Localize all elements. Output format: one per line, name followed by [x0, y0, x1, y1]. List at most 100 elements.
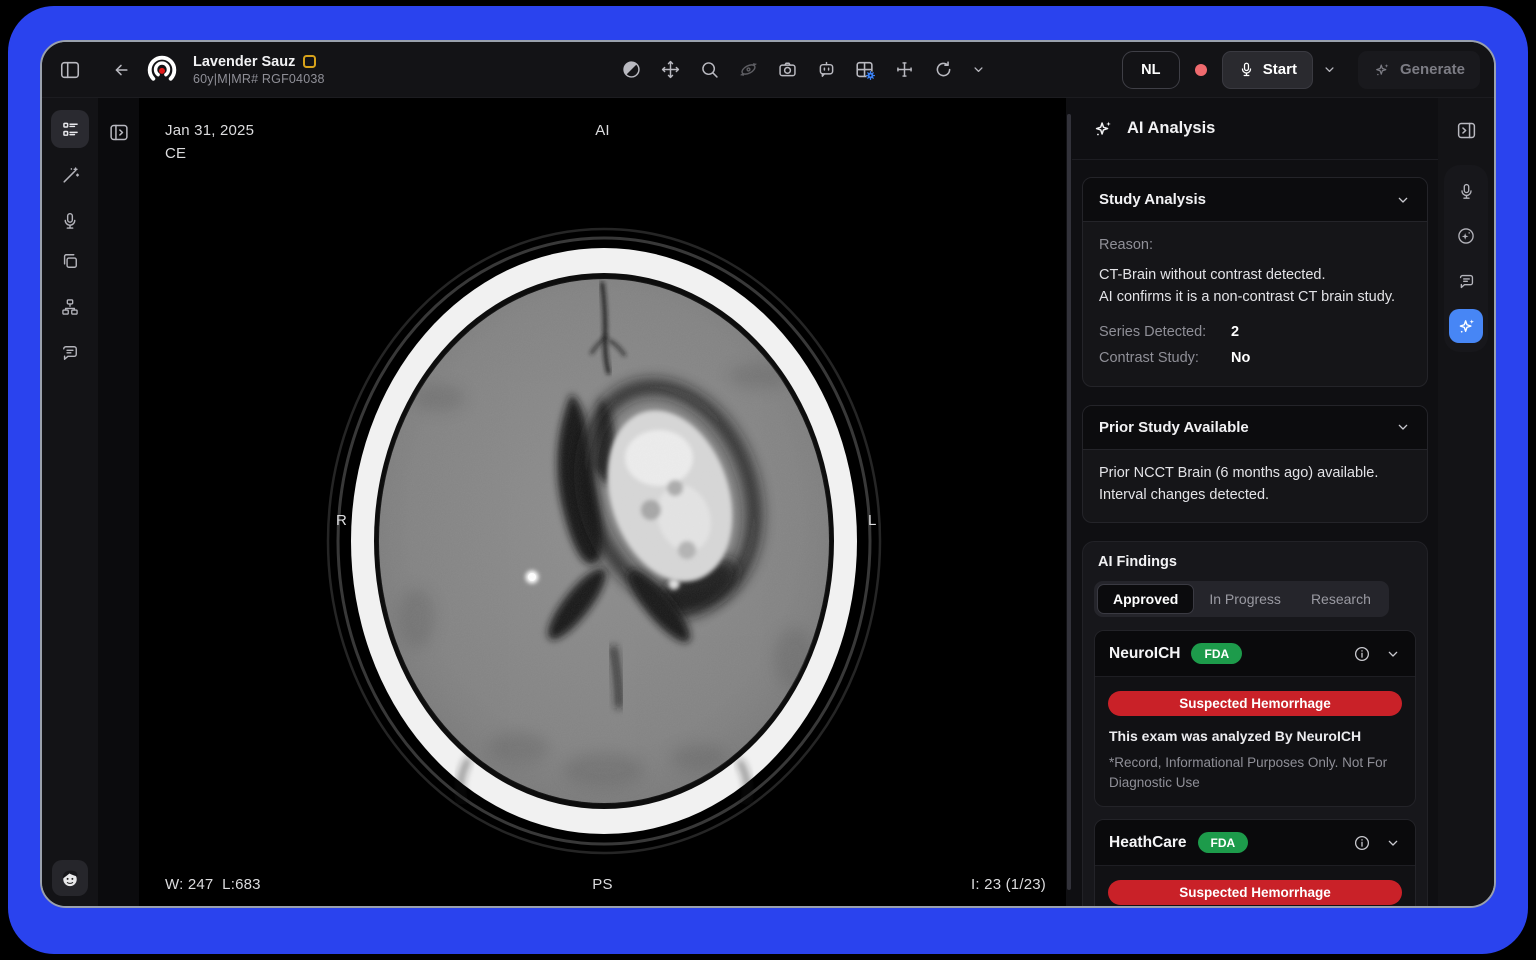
analyzed-by-text: This exam was analyzed By NeuroICH — [1109, 728, 1401, 744]
info-icon[interactable] — [1353, 834, 1371, 852]
rotate-3d-tool-button[interactable] — [737, 59, 759, 81]
reset-options-button[interactable] — [971, 62, 986, 77]
fda-badge: FDA — [1198, 832, 1249, 853]
mic-icon — [60, 211, 80, 231]
recording-indicator-dot — [1195, 64, 1207, 76]
study-analysis-header[interactable]: Study Analysis — [1083, 178, 1427, 222]
nl-button[interactable]: NL — [1122, 51, 1180, 89]
chevron-down-icon[interactable] — [1385, 835, 1401, 851]
reason-label: Reason: — [1099, 235, 1411, 257]
overlay-orientation-right: R — [336, 512, 347, 529]
sidebar-item-study-list[interactable] — [51, 110, 89, 148]
mic-icon — [1238, 61, 1255, 78]
fda-badge: FDA — [1191, 643, 1242, 664]
sparkles-icon — [1456, 316, 1477, 337]
chat-panel-button[interactable] — [1449, 264, 1483, 298]
contrast-study-value: No — [1231, 348, 1250, 370]
zoom-tool-button[interactable] — [698, 59, 720, 81]
panel-expand-icon — [108, 122, 129, 143]
contrast-study-label: Contrast Study: — [1099, 348, 1231, 370]
patient-flag-icon[interactable] — [303, 55, 316, 68]
patient-info: Lavender Sauz 60y|M|MR# RGF04038 — [193, 54, 325, 86]
patient-name: Lavender Sauz — [193, 54, 295, 70]
tab-in-progress[interactable]: In Progress — [1194, 584, 1296, 614]
chevron-down-icon[interactable] — [1395, 192, 1411, 208]
start-button[interactable]: Start — [1222, 51, 1313, 89]
sidebar-item-dictation[interactable] — [51, 202, 89, 240]
overlay-series-label: CE — [165, 145, 186, 162]
sparkles-icon — [1092, 118, 1114, 140]
snapshot-tool-button[interactable] — [776, 59, 798, 81]
left-sidebar — [42, 98, 98, 906]
collapse-right-panel-button[interactable] — [1456, 120, 1477, 141]
info-icon[interactable] — [1353, 645, 1371, 663]
reason-line: AI confirms it is a non-contrast CT brai… — [1099, 287, 1411, 309]
pan-move-icon — [660, 59, 681, 80]
ai-history-button[interactable] — [1449, 219, 1483, 253]
disclaimer-text: *Record, Informational Purposes Only. No… — [1109, 753, 1401, 792]
overlay-slice-counter: I: 23 (1/23) — [971, 876, 1046, 893]
reset-view-button[interactable] — [932, 59, 954, 81]
crosshair-tool-button[interactable] — [893, 59, 915, 81]
sidebar-item-comments[interactable] — [51, 334, 89, 372]
image-viewport[interactable]: Jan 31, 2025 CE AI R L W: 247 L:683 PS I… — [139, 98, 1066, 906]
panel-body: Study Analysis Reason: CT-Brain without … — [1072, 160, 1438, 906]
expand-thumbnails-button[interactable] — [108, 122, 129, 143]
overlay-window-level: W: 247 L:683 — [165, 876, 261, 893]
chevron-down-icon — [1322, 62, 1337, 77]
layout-settings-button[interactable] — [854, 59, 876, 81]
sparkles-icon — [1373, 61, 1391, 79]
tab-approved[interactable]: Approved — [1097, 584, 1194, 614]
panel-left-icon — [59, 59, 81, 81]
magnifier-icon — [699, 59, 720, 80]
chevron-down-icon — [971, 62, 986, 77]
overlay-ai-label: AI — [595, 122, 610, 139]
assistant-avatar-button[interactable] — [52, 860, 88, 896]
crosshair-icon — [894, 59, 915, 80]
study-analysis-card: Study Analysis Reason: CT-Brain without … — [1082, 177, 1428, 387]
hierarchy-icon — [60, 297, 80, 317]
assistant-tool-button[interactable] — [815, 59, 837, 81]
finding-card-heathcare: HeathCare FDA Suspected Hemorrhage This … — [1094, 819, 1416, 906]
prior-study-header[interactable]: Prior Study Available — [1083, 406, 1427, 450]
series-detected-value: 2 — [1231, 322, 1239, 344]
chevron-down-icon[interactable] — [1385, 646, 1401, 662]
sidebar-item-series[interactable] — [51, 242, 89, 280]
generate-button[interactable]: Generate — [1358, 51, 1480, 89]
prior-study-card: Prior Study Available Prior NCCT Brain (… — [1082, 405, 1428, 524]
finding-name: NeuroICH — [1109, 645, 1180, 663]
reason-line: CT-Brain without contrast detected. — [1099, 265, 1411, 287]
right-sidebar — [1438, 98, 1494, 906]
patient-meta: 60y|M|MR# RGF04038 — [193, 72, 325, 86]
prior-study-line: Interval changes detected. — [1099, 485, 1411, 507]
copy-series-icon — [60, 251, 80, 271]
sidebar-item-workflow[interactable] — [51, 288, 89, 326]
ai-analysis-panel-button[interactable] — [1449, 309, 1483, 343]
viewer-tools — [620, 59, 986, 81]
bot-chat-icon — [816, 59, 837, 80]
chevron-down-icon[interactable] — [1395, 419, 1411, 435]
start-options-button[interactable] — [1317, 51, 1343, 89]
viewport-gutter — [98, 98, 139, 906]
panel-scrollbar[interactable] — [1066, 98, 1072, 906]
overlay-view-label: PS — [592, 876, 612, 893]
contrast-tool-button[interactable] — [620, 59, 642, 81]
ai-analysis-panel: AI Analysis Study Analysis Reason: CT-Br… — [1072, 98, 1438, 906]
series-detected-label: Series Detected: — [1099, 322, 1231, 344]
back-button[interactable] — [111, 60, 131, 80]
overlay-orientation-left: L — [868, 512, 877, 529]
pan-tool-button[interactable] — [659, 59, 681, 81]
mic-icon — [1457, 182, 1476, 201]
toggle-left-panel-button[interactable] — [59, 59, 81, 81]
camera-icon — [777, 59, 798, 80]
findings-tabs: Approved In Progress Research — [1094, 581, 1389, 617]
overlay-study-date: Jan 31, 2025 — [165, 122, 254, 139]
tab-research[interactable]: Research — [1296, 584, 1386, 614]
alert-banner: Suspected Hemorrhage — [1108, 880, 1402, 905]
contrast-icon — [621, 59, 642, 80]
sidebar-item-ai-tools[interactable] — [51, 156, 89, 194]
voice-tool-button[interactable] — [1449, 174, 1483, 208]
app-logo — [144, 52, 180, 88]
magic-wand-icon — [60, 165, 81, 186]
grid-settings-icon — [854, 59, 876, 81]
